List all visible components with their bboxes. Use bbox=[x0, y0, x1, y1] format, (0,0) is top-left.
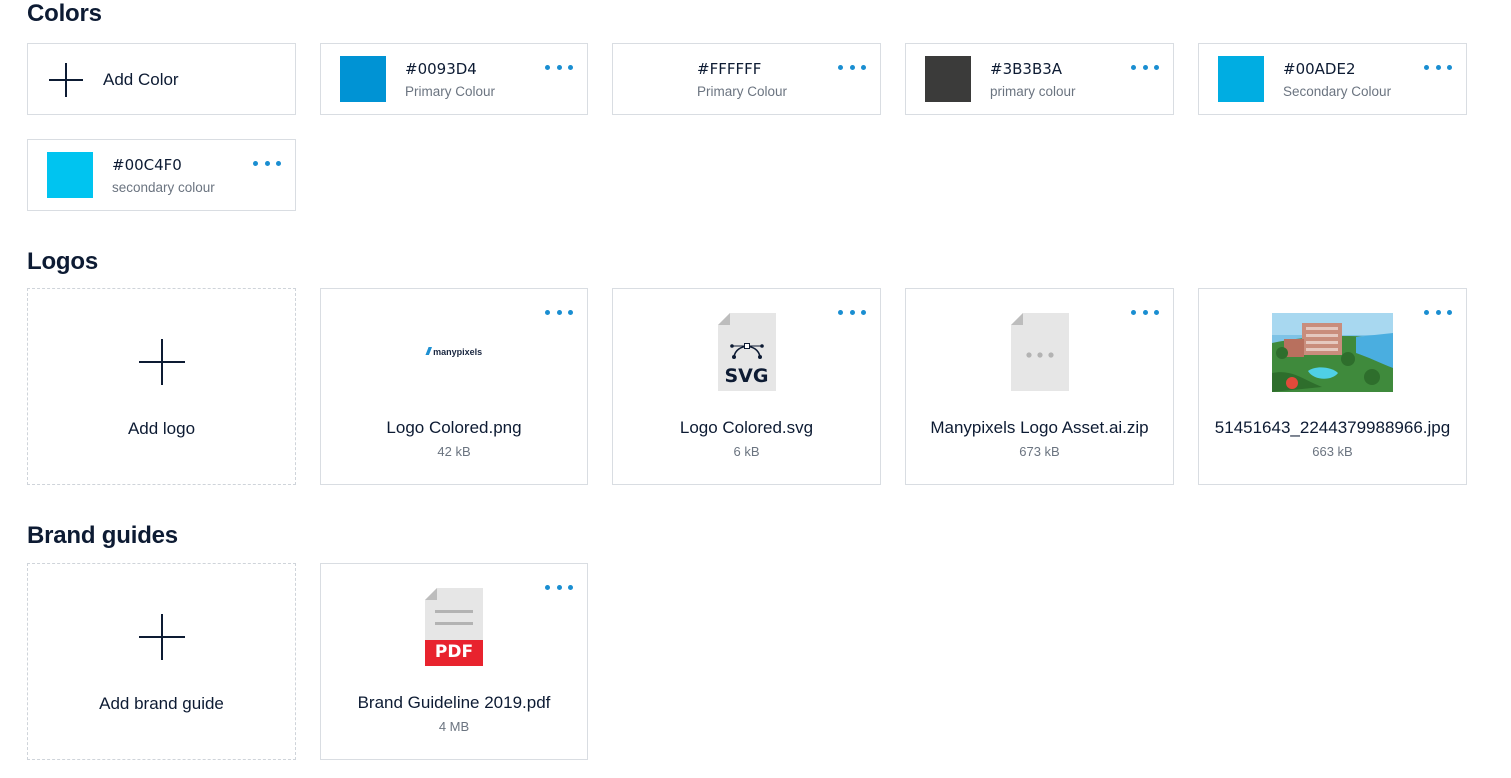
color-swatch bbox=[1218, 56, 1264, 102]
file-name: Brand Guideline 2019.pdf bbox=[357, 693, 551, 712]
color-label: Primary Colour bbox=[405, 84, 496, 99]
more-options-icon[interactable] bbox=[545, 305, 573, 319]
add-brand-guide-button[interactable]: Add brand guide bbox=[27, 563, 296, 760]
color-hex: #FFFFFF bbox=[697, 60, 762, 78]
file-size: 4 MB bbox=[438, 719, 470, 734]
logo-card[interactable]: Manypixels Logo Asset.ai.zip 673 kB bbox=[905, 288, 1174, 485]
plus-icon bbox=[139, 339, 185, 385]
photo-thumbnail bbox=[1272, 312, 1393, 392]
more-options-icon[interactable] bbox=[838, 60, 866, 74]
file-name: Logo Colored.png bbox=[386, 418, 522, 437]
file-name: Manypixels Logo Asset.ai.zip bbox=[930, 418, 1149, 437]
color-hex: #00C4F0 bbox=[112, 156, 182, 174]
more-options-icon[interactable] bbox=[545, 580, 573, 594]
pdf-label: PDF bbox=[434, 642, 474, 662]
color-card[interactable]: #0093D4 Primary Colour bbox=[320, 43, 588, 115]
color-swatch bbox=[47, 152, 93, 198]
add-color-label: Add Color bbox=[103, 70, 179, 89]
color-card[interactable]: #00C4F0 secondary colour bbox=[27, 139, 296, 211]
more-options-icon[interactable] bbox=[1131, 305, 1159, 319]
svg-file-icon: SVG bbox=[717, 313, 776, 391]
manypixels-logo-text: manypixels bbox=[433, 347, 483, 357]
color-hex: #3B3B3A bbox=[990, 60, 1063, 78]
svg-label: SVG bbox=[724, 365, 769, 387]
plus-icon bbox=[49, 63, 83, 97]
logo-thumbnail bbox=[906, 311, 1173, 393]
logos-section-title: Logos bbox=[27, 248, 98, 275]
generic-file-icon bbox=[1010, 313, 1069, 391]
file-name: 51451643_2244379988966.jpg bbox=[1214, 418, 1451, 437]
color-card[interactable]: #00ADE2 Secondary Colour bbox=[1198, 43, 1467, 115]
color-label: secondary colour bbox=[112, 180, 215, 195]
logo-card[interactable]: 51451643_2244379988966.jpg 663 kB bbox=[1198, 288, 1467, 485]
logo-card[interactable]: SVG Logo Colored.svg 6 kB bbox=[612, 288, 881, 485]
pdf-file-icon: PDF bbox=[425, 588, 483, 666]
color-label: Primary Colour bbox=[697, 84, 788, 99]
plus-icon bbox=[139, 614, 185, 660]
logo-thumbnail bbox=[1199, 311, 1466, 393]
logo-card[interactable]: ///manypixels Logo Colored.png 42 kB bbox=[320, 288, 588, 485]
file-size: 42 kB bbox=[437, 444, 471, 459]
color-swatch bbox=[340, 56, 386, 102]
color-swatch bbox=[632, 56, 678, 102]
color-label: primary colour bbox=[990, 84, 1076, 99]
color-card[interactable]: #3B3B3A primary colour bbox=[905, 43, 1174, 115]
more-options-icon[interactable] bbox=[838, 305, 866, 319]
color-hex: #00ADE2 bbox=[1283, 60, 1356, 78]
more-options-icon[interactable] bbox=[1424, 305, 1452, 319]
file-size: 6 kB bbox=[733, 444, 760, 459]
color-hex: #0093D4 bbox=[405, 60, 477, 78]
file-name: Logo Colored.svg bbox=[679, 418, 814, 437]
manypixels-logo-icon: ///manypixels bbox=[425, 346, 483, 358]
add-logo-label: Add logo bbox=[127, 419, 196, 438]
file-size: 663 kB bbox=[1312, 444, 1353, 459]
brand-guide-card[interactable]: PDF Brand Guideline 2019.pdf 4 MB bbox=[320, 563, 588, 760]
file-size: 673 kB bbox=[1019, 444, 1060, 459]
more-options-icon[interactable] bbox=[545, 60, 573, 74]
color-card[interactable]: #FFFFFF Primary Colour bbox=[612, 43, 881, 115]
add-brand-guide-label: Add brand guide bbox=[99, 694, 224, 713]
brand-guide-thumbnail: PDF bbox=[321, 586, 587, 668]
logo-thumbnail: SVG bbox=[613, 311, 880, 393]
logo-thumbnail: ///manypixels bbox=[321, 311, 587, 393]
color-label: Secondary Colour bbox=[1283, 84, 1392, 99]
add-color-button[interactable]: Add Color bbox=[27, 43, 296, 115]
color-swatch bbox=[925, 56, 971, 102]
brand-guides-section-title: Brand guides bbox=[27, 522, 178, 549]
colors-section-title: Colors bbox=[27, 0, 102, 27]
add-logo-button[interactable]: Add logo bbox=[27, 288, 296, 485]
more-options-icon[interactable] bbox=[253, 156, 281, 170]
more-options-icon[interactable] bbox=[1424, 60, 1452, 74]
more-options-icon[interactable] bbox=[1131, 60, 1159, 74]
